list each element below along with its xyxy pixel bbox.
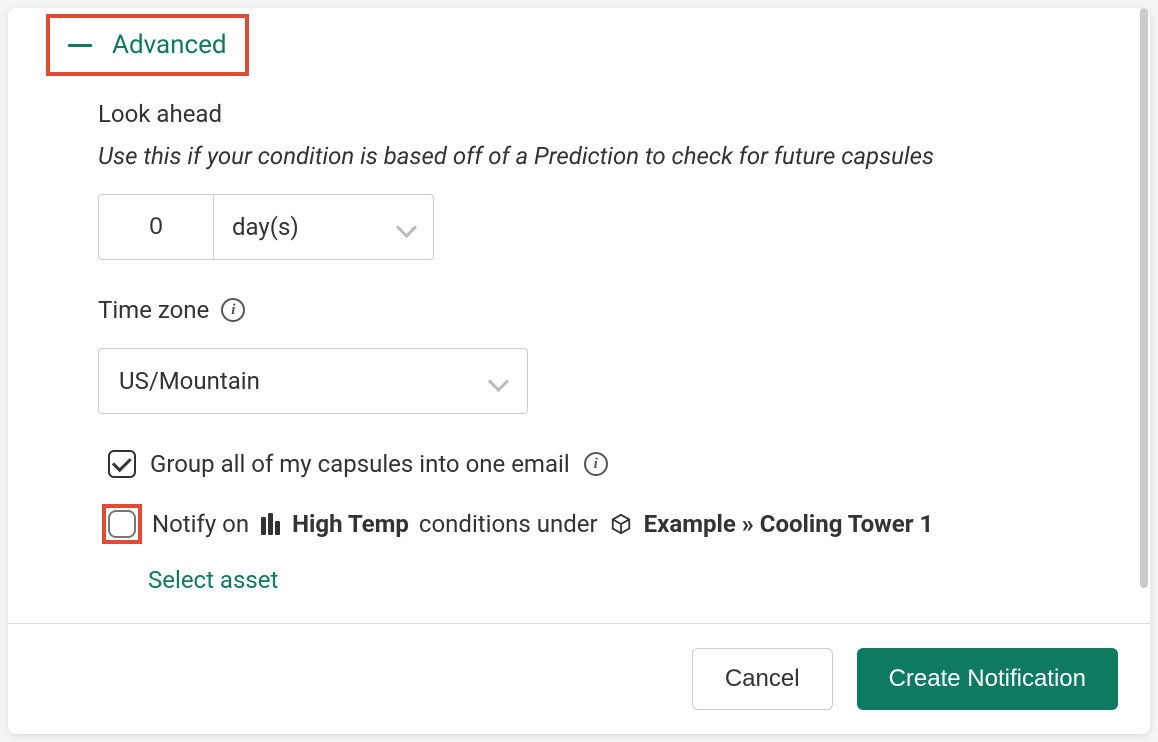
- timezone-select[interactable]: US/Mountain: [98, 348, 528, 414]
- look-ahead-unit-value: day(s): [232, 213, 299, 241]
- timezone-label: Time zone: [98, 296, 209, 324]
- look-ahead-unit-select[interactable]: day(s): [214, 194, 434, 260]
- cancel-button[interactable]: Cancel: [692, 648, 833, 710]
- advanced-section-toggle[interactable]: Advanced: [46, 14, 249, 76]
- notify-asset: Example » Cooling Tower 1: [644, 510, 934, 538]
- timezone-label-row: Time zone i: [98, 296, 1110, 324]
- look-ahead-inputs: day(s): [98, 194, 1110, 260]
- signal-icon: [261, 513, 280, 535]
- notify-mid: conditions under: [419, 510, 598, 538]
- cube-icon: [610, 513, 632, 535]
- collapse-icon: [68, 44, 92, 47]
- select-asset-link[interactable]: Select asset: [98, 566, 1110, 594]
- create-notification-button[interactable]: Create Notification: [857, 648, 1118, 710]
- notify-checkbox[interactable]: [108, 510, 136, 538]
- look-ahead-hint: Use this if your condition is based off …: [98, 142, 1110, 170]
- group-capsules-checkbox[interactable]: [108, 450, 136, 478]
- modal-content: Advanced Look ahead Use this if your con…: [8, 8, 1150, 594]
- notify-checkbox-highlight: [102, 504, 142, 544]
- info-icon[interactable]: i: [584, 452, 608, 476]
- timezone-value: US/Mountain: [119, 367, 260, 395]
- scrollbar[interactable]: [1140, 8, 1148, 588]
- chevron-down-icon: [489, 372, 507, 390]
- notify-row: Notify on High Temp conditions under Exa…: [98, 504, 1110, 544]
- notify-prefix: Notify on: [152, 510, 249, 538]
- notification-settings-modal: Advanced Look ahead Use this if your con…: [8, 8, 1150, 734]
- advanced-section-body: Look ahead Use this if your condition is…: [8, 100, 1150, 594]
- group-capsules-row: Group all of my capsules into one email …: [98, 450, 1110, 478]
- advanced-label: Advanced: [112, 30, 227, 60]
- chevron-down-icon: [397, 218, 415, 236]
- info-icon[interactable]: i: [221, 298, 245, 322]
- notify-condition: High Temp: [292, 510, 409, 538]
- modal-footer: Cancel Create Notification: [8, 623, 1150, 734]
- look-ahead-value-input[interactable]: [98, 194, 214, 260]
- look-ahead-label: Look ahead: [98, 100, 1110, 128]
- group-capsules-label: Group all of my capsules into one email: [150, 450, 570, 478]
